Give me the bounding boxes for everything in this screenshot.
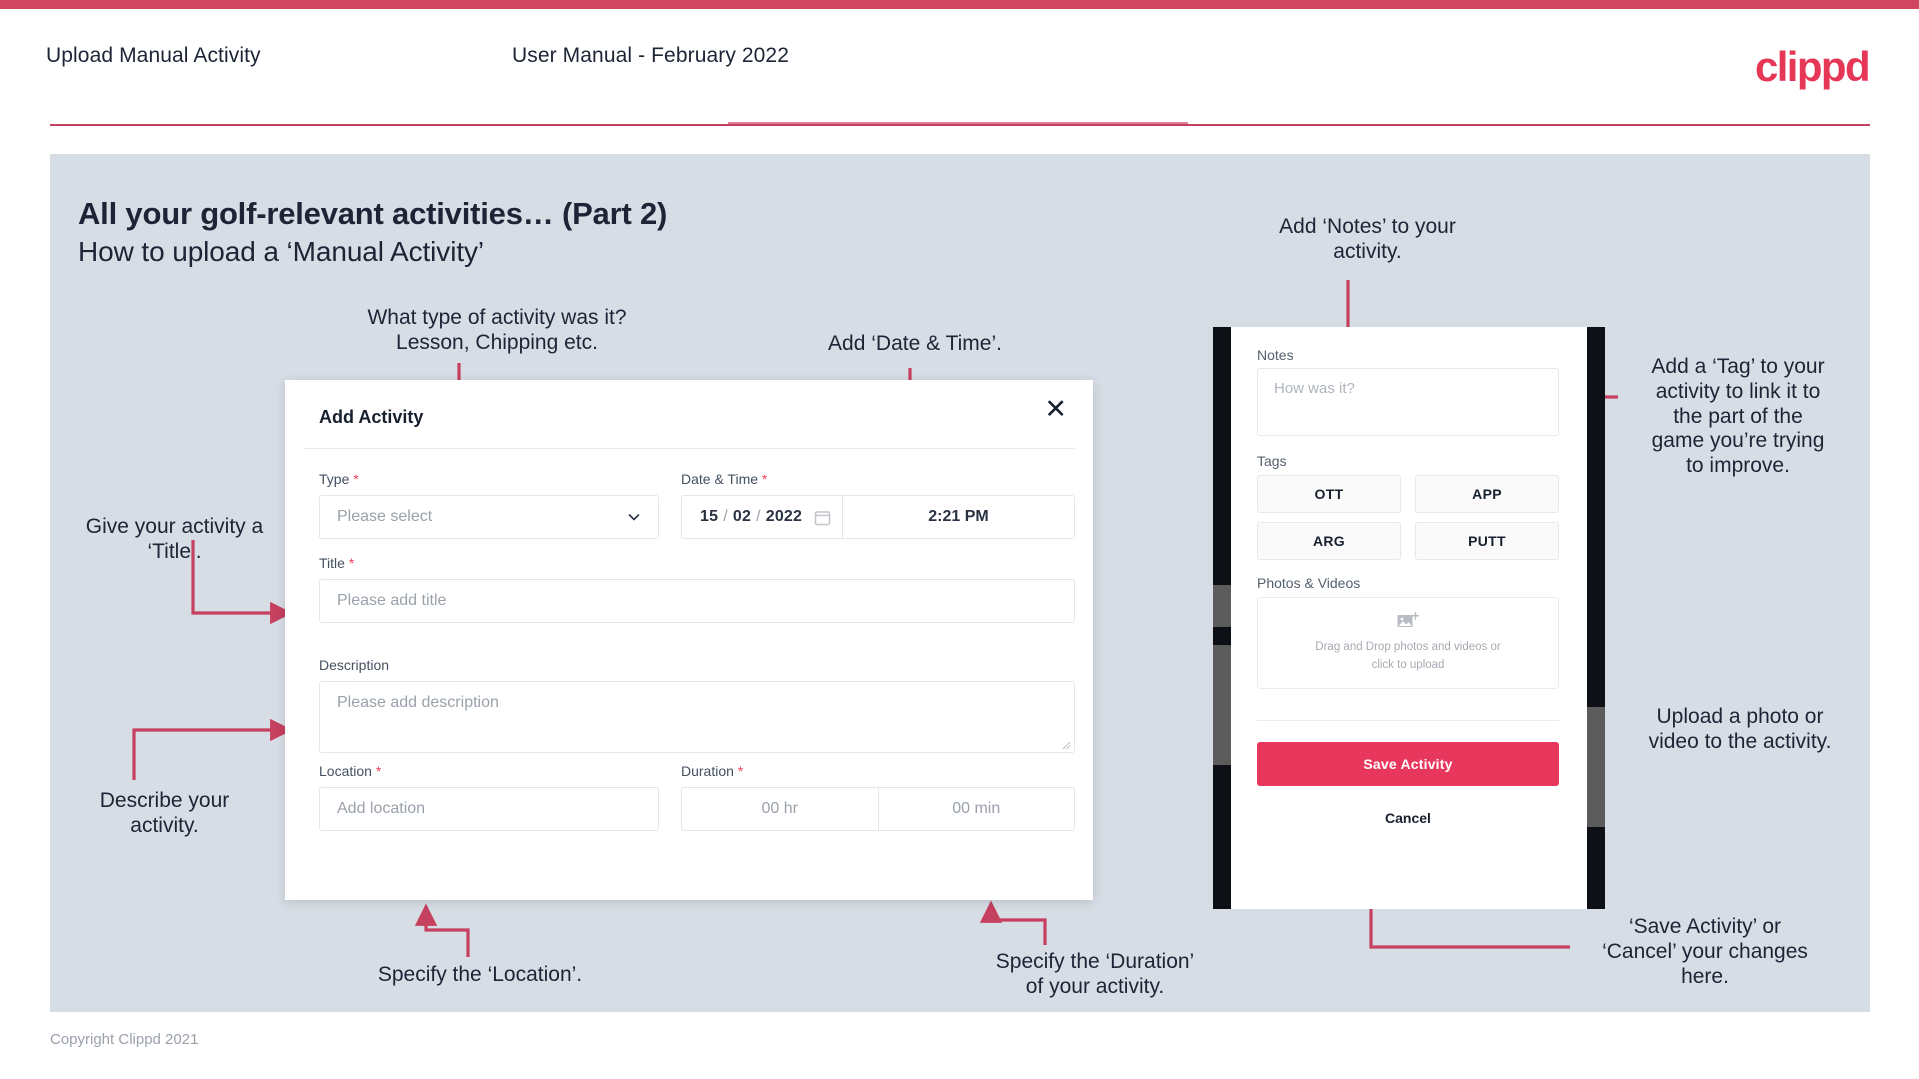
date-input[interactable]: 15 / 02 / 2022 xyxy=(682,496,842,538)
header-divider-light xyxy=(728,122,1188,124)
header-title: Upload Manual Activity xyxy=(46,44,261,67)
annotation-title: Give your activity a ‘Title’. xyxy=(85,515,264,563)
datetime-required: * xyxy=(761,471,768,487)
tags-label: Tags xyxy=(1257,453,1287,469)
dropzone-text: Drag and Drop photos and videos or click… xyxy=(1315,639,1500,674)
type-select[interactable]: Please select xyxy=(319,495,659,539)
phone-button-upper xyxy=(1213,585,1231,627)
header-divider xyxy=(50,124,1870,126)
slide-subtitle: How to upload a ‘Manual Activity’ xyxy=(78,236,485,267)
dropzone-line-1: Drag and Drop photos and videos or xyxy=(1315,641,1501,654)
phone-screen: Notes How was it? Tags OTT APP ARG PUTT … xyxy=(1231,327,1587,909)
date-sep-1: / xyxy=(723,508,728,525)
notes-placeholder: How was it? xyxy=(1274,380,1355,397)
title-placeholder: Please add title xyxy=(337,592,447,609)
header-subtitle: User Manual - February 2022 xyxy=(512,44,789,67)
duration-label: Duration * xyxy=(681,763,743,779)
annotation-save-cancel: ‘Save Activity’ or ‘Cancel’ your changes… xyxy=(1602,915,1808,988)
dropzone-line-2: click to upload xyxy=(1371,658,1445,671)
description-label: Description xyxy=(319,657,390,673)
phone-button-lower xyxy=(1213,645,1231,765)
notes-input[interactable]: How was it? xyxy=(1257,368,1559,436)
annotation-duration: Specify the ‘Duration’ of your activity. xyxy=(995,950,1195,998)
duration-hours[interactable]: 00 hr xyxy=(682,788,878,830)
title-label-text: Title xyxy=(319,555,345,571)
location-input[interactable]: Add location xyxy=(319,787,659,831)
chevron-down-icon xyxy=(628,514,640,521)
annotation-location: Specify the ‘Location’. xyxy=(377,963,583,986)
duration-control[interactable]: 00 hr 00 min xyxy=(681,787,1075,831)
tag-button-ott[interactable]: OTT xyxy=(1257,475,1401,513)
phone-power-button xyxy=(1587,707,1605,827)
datetime-control[interactable]: 15 / 02 / 2022 2:21 PM xyxy=(681,495,1075,539)
duration-label-text: Duration xyxy=(681,763,734,779)
annotation-description: Describe your activity. xyxy=(99,789,230,837)
type-required: * xyxy=(353,471,359,487)
phone-divider xyxy=(1257,720,1559,721)
resize-grip-icon[interactable] xyxy=(1061,740,1071,750)
title-label: Title * xyxy=(319,555,354,571)
type-label: Type * xyxy=(319,471,359,487)
copyright-text: Copyright Clippd 2021 xyxy=(50,1031,199,1048)
description-input[interactable]: Please add description xyxy=(319,681,1075,753)
slide-title: All your golf-relevant activities… (Part… xyxy=(78,196,668,231)
add-image-icon xyxy=(1397,612,1419,628)
tag-button-arg[interactable]: ARG xyxy=(1257,522,1401,560)
clippd-logo: clippd xyxy=(1754,43,1871,90)
duration-minutes[interactable]: 00 min xyxy=(879,788,1075,830)
dialog-divider xyxy=(303,448,1075,449)
date-year: 2022 xyxy=(765,508,803,525)
phone-mockup: Notes How was it? Tags OTT APP ARG PUTT … xyxy=(1213,327,1605,909)
date-month: 02 xyxy=(732,508,752,525)
top-accent-bar xyxy=(0,0,1919,9)
cancel-button[interactable]: Cancel xyxy=(1257,810,1559,826)
photos-label: Photos & Videos xyxy=(1257,575,1361,591)
notes-label: Notes xyxy=(1257,347,1294,363)
annotation-notes: Add ‘Notes’ to your activity. xyxy=(1279,215,1456,263)
annotation-type: What type of activity was it? Lesson, Ch… xyxy=(367,306,627,354)
date-day: 15 xyxy=(700,508,719,525)
datetime-label-text: Date & Time xyxy=(681,471,759,487)
time-input[interactable]: 2:21 PM xyxy=(843,496,1074,538)
annotation-tags: Add a ‘Tag’ to your activity to link it … xyxy=(1651,355,1825,478)
duration-required: * xyxy=(737,763,744,779)
close-icon[interactable]: ✕ xyxy=(1044,396,1067,423)
add-activity-dialog: Add Activity ✕ Type * Please select Date… xyxy=(285,380,1093,900)
calendar-icon[interactable] xyxy=(814,509,831,526)
annotation-upload: Upload a photo or video to the activity. xyxy=(1648,705,1832,753)
tag-button-app[interactable]: APP xyxy=(1415,475,1559,513)
location-placeholder: Add location xyxy=(337,800,426,817)
date-sep-2: / xyxy=(756,508,761,525)
description-placeholder: Please add description xyxy=(337,694,499,711)
annotation-datetime: Add ‘Date & Time’. xyxy=(828,332,1002,355)
phone-right-rail xyxy=(1587,327,1605,909)
type-label-text: Type xyxy=(319,471,350,487)
photo-dropzone[interactable]: Drag and Drop photos and videos or click… xyxy=(1257,597,1559,689)
location-required: * xyxy=(375,763,382,779)
dialog-title: Add Activity xyxy=(319,407,424,427)
location-label-text: Location xyxy=(319,763,372,779)
phone-left-rail xyxy=(1213,327,1231,909)
location-label: Location * xyxy=(319,763,381,779)
type-placeholder: Please select xyxy=(337,508,433,525)
slide-page: Upload Manual Activity User Manual - Feb… xyxy=(0,0,1919,1079)
title-input[interactable]: Please add title xyxy=(319,579,1075,623)
tag-button-putt[interactable]: PUTT xyxy=(1415,522,1559,560)
datetime-label: Date & Time * xyxy=(681,471,767,487)
save-activity-button[interactable]: Save Activity xyxy=(1257,742,1559,786)
title-required: * xyxy=(348,555,355,571)
